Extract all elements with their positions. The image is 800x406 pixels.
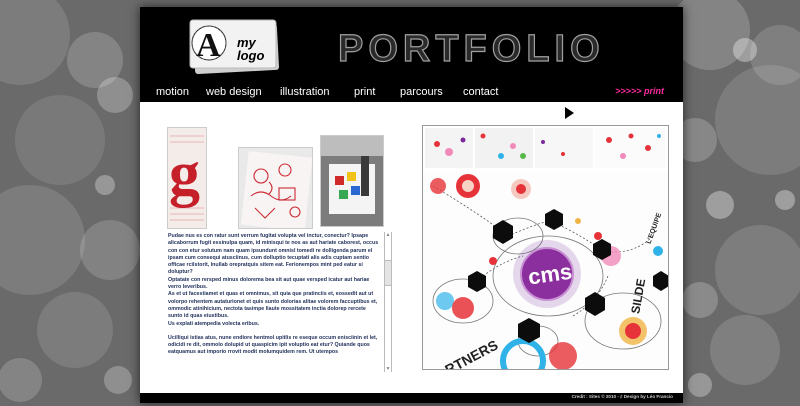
page-title: PORTFOLIO [337, 28, 605, 70]
thumbnail-exhibition[interactable] [320, 135, 384, 227]
description-text: Pudae nus es con ratur sunt verrum fugit… [168, 233, 380, 373]
paragraph-2: Ucilliqui istias atus, nune endiore hent… [168, 334, 378, 356]
nav-item-illustration[interactable]: illustration [280, 86, 330, 98]
footer: Credit : Sites © 2010 - ♯ Design by Léo … [140, 393, 683, 403]
g-poster-image: g [168, 128, 206, 228]
breadcrumb: >>>>> print [615, 86, 664, 96]
cms-illustration: cms RTNERS SILDE L'EQUIPE [423, 126, 668, 369]
thumb-strip [423, 126, 668, 171]
main-nav: motion web design illustration print par… [140, 83, 683, 101]
text-scrollbar[interactable]: ▲ ▼ [384, 232, 392, 372]
nav-item-web-design[interactable]: web design [206, 86, 262, 98]
nav-item-print[interactable]: print [354, 86, 375, 98]
logo-line2: logo [237, 48, 265, 63]
scroll-down-icon[interactable]: ▼ [385, 366, 391, 372]
logo-text: my logo [237, 36, 277, 62]
doodle-print-image [239, 148, 312, 228]
header: A my logo PORTFOLIO motion web design il… [140, 7, 683, 102]
exhibition-image [321, 136, 383, 226]
logo-letter: A [196, 27, 221, 64]
nav-item-motion[interactable]: motion [156, 86, 189, 98]
svg-text:g: g [169, 140, 200, 208]
play-icon[interactable] [565, 107, 574, 119]
paragraph-1: Pudae nus es con ratur sunt verrum fugit… [168, 233, 379, 327]
thumbnail-g-poster[interactable]: g [167, 127, 207, 229]
nav-item-contact[interactable]: contact [463, 86, 498, 98]
logo[interactable]: A my logo [186, 16, 284, 75]
footer-credit: Credit : Sites © 2010 - ♯ Design by Léo … [571, 394, 673, 399]
thumbnail-doodle-print[interactable] [238, 147, 313, 229]
site-container: A my logo PORTFOLIO motion web design il… [140, 7, 683, 403]
scroll-up-icon[interactable]: ▲ [385, 232, 391, 238]
nav-item-parcours[interactable]: parcours [400, 86, 443, 98]
scroll-thumb[interactable] [385, 260, 391, 286]
project-viewer[interactable]: cms RTNERS SILDE L'EQUIPE [422, 125, 669, 370]
